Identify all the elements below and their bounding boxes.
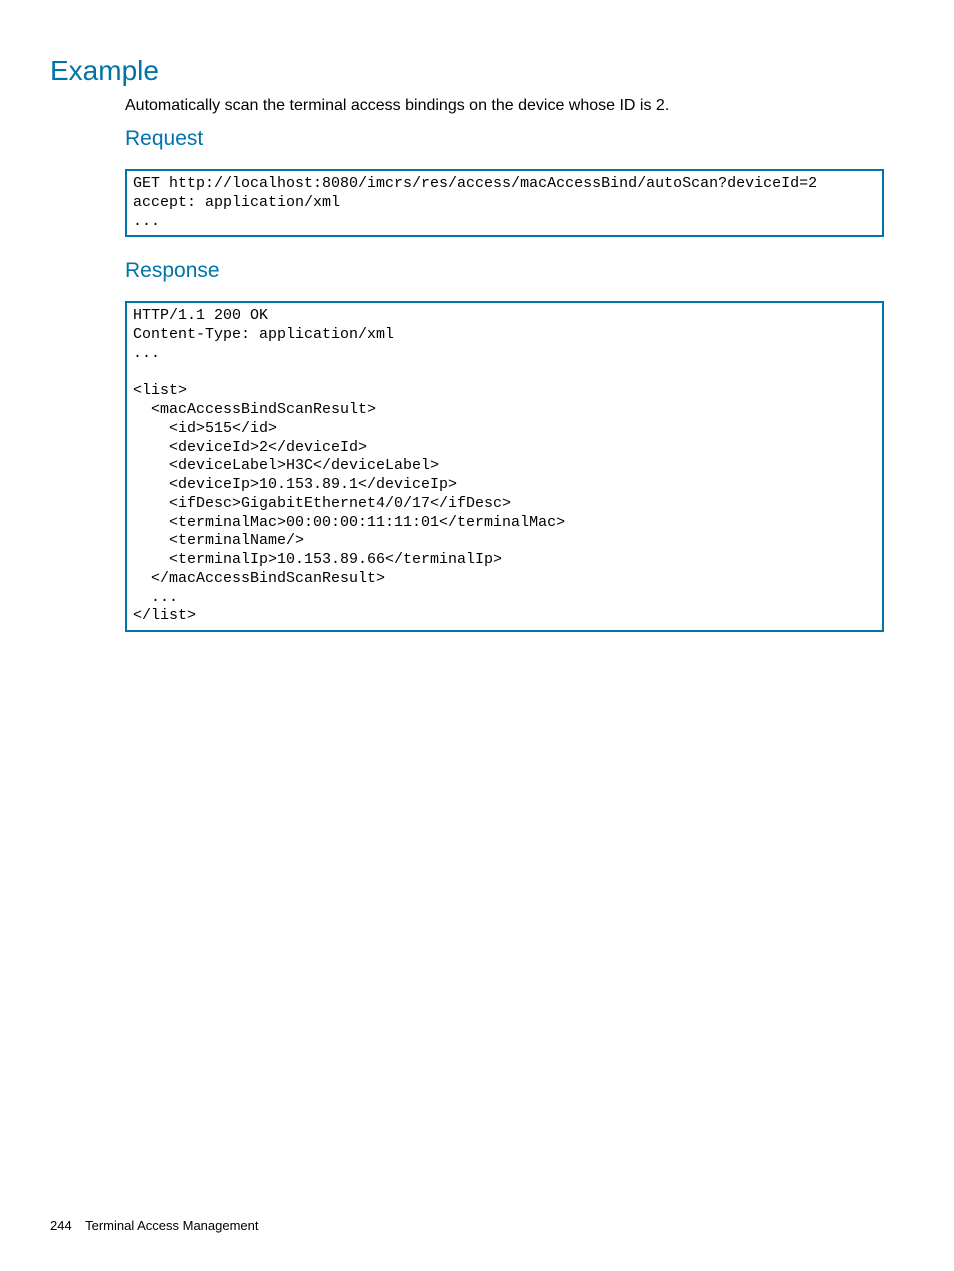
heading-response: Response — [125, 259, 884, 283]
heading-request: Request — [125, 127, 884, 151]
response-code-block: HTTP/1.1 200 OK Content-Type: applicatio… — [125, 301, 884, 632]
page-number: 244 — [50, 1218, 72, 1233]
chapter-title: Terminal Access Management — [85, 1218, 258, 1233]
page-footer: 244 Terminal Access Management — [50, 1218, 259, 1233]
heading-example: Example — [50, 55, 884, 87]
intro-text: Automatically scan the terminal access b… — [125, 97, 884, 115]
request-code-block: GET http://localhost:8080/imcrs/res/acce… — [125, 169, 884, 237]
